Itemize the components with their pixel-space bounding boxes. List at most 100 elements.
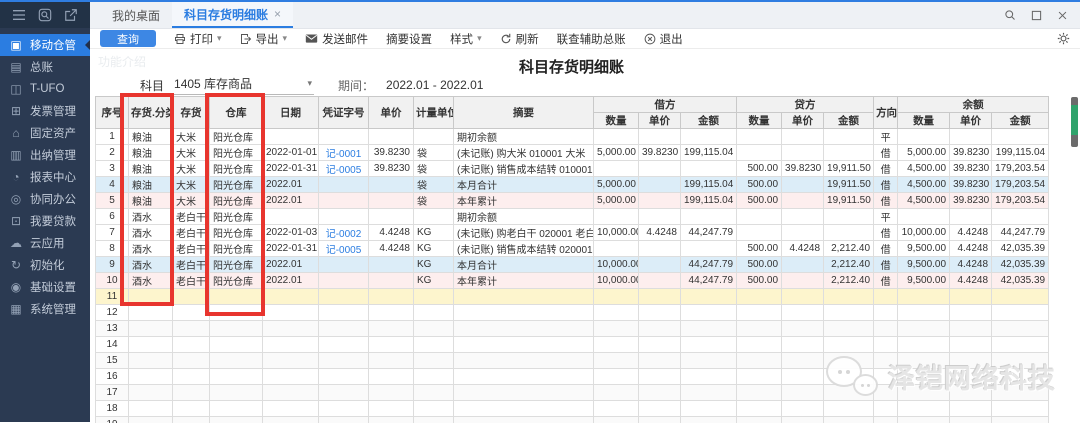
table-row[interactable]: 3粮油大米阳光仓库2022-01-31记-000539.8230袋(未记账) 销… xyxy=(96,161,1049,177)
search-icon[interactable] xyxy=(1004,9,1016,21)
sub-column-header-数量: 数量 xyxy=(898,113,950,129)
voucher-link[interactable]: 记-0001 xyxy=(326,149,362,160)
table-row[interactable]: 13 xyxy=(96,321,1049,337)
voucher-link[interactable]: 记-0002 xyxy=(326,229,362,240)
mail-icon xyxy=(305,33,318,44)
table-row[interactable]: 4粮油大米阳光仓库2022.01袋本月合计5,000.00199,115.045… xyxy=(96,177,1049,193)
table-cell: 39.8230 xyxy=(950,177,992,193)
sidebar-item-系统管理[interactable]: ▦系统管理 xyxy=(0,298,90,320)
table-row[interactable]: 11 xyxy=(96,289,1049,305)
sidebar-item-出纳管理[interactable]: ▥出纳管理 xyxy=(0,144,90,166)
maximize-icon[interactable] xyxy=(1031,10,1042,21)
table-cell xyxy=(898,417,950,423)
table-cell xyxy=(782,225,824,241)
top-accent-bar xyxy=(0,0,1080,2)
table-row[interactable]: 5粮油大米阳光仓库2022.01袋本年累计5,000.00199,115.045… xyxy=(96,193,1049,209)
toolbar-button-导出[interactable]: 导出▾ xyxy=(240,31,288,47)
table-cell: 阳光仓库 xyxy=(210,145,263,161)
sidebar-item-T-UFO[interactable]: ◫T-UFO xyxy=(0,78,90,100)
sidebar-item-发票管理[interactable]: ⊞发票管理 xyxy=(0,100,90,122)
voucher-link[interactable]: 记-0005 xyxy=(326,245,362,256)
table-cell xyxy=(263,305,319,321)
sidebar-item-云应用[interactable]: ☁云应用 xyxy=(0,232,90,254)
voucher-link[interactable]: 记-0005 xyxy=(326,165,362,176)
tab-我的桌面[interactable]: 我的桌面 xyxy=(100,2,172,28)
table-cell xyxy=(210,401,263,417)
table-cell: 2022-01-31 xyxy=(263,241,319,257)
table-cell xyxy=(782,321,824,337)
table-cell xyxy=(414,129,454,145)
tab-科目存货明细账[interactable]: 科目存货明细账× xyxy=(172,2,293,28)
settings-gear-icon[interactable] xyxy=(1057,32,1070,45)
toolbar-button-摘要设置[interactable]: 摘要设置 xyxy=(386,31,432,47)
table-cell: 阳光仓库 xyxy=(210,257,263,273)
table-cell xyxy=(319,177,369,193)
app-search-icon[interactable] xyxy=(38,8,52,22)
close-icon[interactable] xyxy=(1057,10,1068,21)
menu-icon[interactable] xyxy=(12,9,26,21)
table-row[interactable]: 8酒水老白干阳光仓库2022-01-31记-00054.4248KG(未记账) … xyxy=(96,241,1049,257)
table-cell: 5,000.00 xyxy=(898,145,950,161)
table-cell xyxy=(639,241,681,257)
table-cell: 老白干 xyxy=(173,209,210,225)
row-number-cell: 19 xyxy=(96,417,129,423)
toolbar-button-刷新[interactable]: 刷新 xyxy=(500,31,539,47)
sidebar-item-初始化[interactable]: ↻初始化 xyxy=(0,254,90,276)
query-button[interactable]: 查询 xyxy=(100,30,156,47)
table-row[interactable]: 12 xyxy=(96,305,1049,321)
table-cell xyxy=(737,225,782,241)
table-row[interactable]: 15 xyxy=(96,353,1049,369)
table-cell: KG xyxy=(414,225,454,241)
toolbar-button-打印[interactable]: 打印▾ xyxy=(174,31,222,47)
row-number-cell: 14 xyxy=(96,337,129,353)
sidebar-item-我要贷款[interactable]: ⊡我要贷款 xyxy=(0,210,90,232)
table-row[interactable]: 6酒水老白干阳光仓库期初余额平 xyxy=(96,209,1049,225)
table-row[interactable]: 17 xyxy=(96,385,1049,401)
chevron-down-icon: ▾ xyxy=(283,33,288,44)
table-row[interactable]: 9酒水老白干阳光仓库2022.01KG本月合计10,000.0044,247.7… xyxy=(96,257,1049,273)
table-row[interactable]: 2粮油大米阳光仓库2022-01-01记-000139.8230袋(未记账) 购… xyxy=(96,145,1049,161)
table-cell: 老白干 xyxy=(173,241,210,257)
table-cell xyxy=(874,353,898,369)
table-cell xyxy=(369,385,414,401)
table-row[interactable]: 7酒水老白干阳光仓库2022-01-03记-00024.4248KG(未记账) … xyxy=(96,225,1049,241)
table-cell xyxy=(992,289,1049,305)
launch-icon[interactable] xyxy=(64,8,78,22)
sidebar-item-报表中心[interactable]: ◔报表中心 xyxy=(0,166,90,188)
column-header-仓库: 仓库 xyxy=(210,97,263,129)
table-row[interactable]: 1粮油大米阳光仓库期初余额平 xyxy=(96,129,1049,145)
sidebar-item-移动仓管[interactable]: ▣移动仓管 xyxy=(0,34,90,56)
toolbar-button-发送邮件[interactable]: 发送邮件 xyxy=(305,31,368,47)
table-row[interactable]: 18 xyxy=(96,401,1049,417)
sidebar-item-基础设置[interactable]: ◉基础设置 xyxy=(0,276,90,298)
table-cell xyxy=(681,369,737,385)
sidebar-item-总账[interactable]: ▤总账 xyxy=(0,56,90,78)
table-cell xyxy=(414,385,454,401)
table-row[interactable]: 14 xyxy=(96,337,1049,353)
table-row[interactable]: 19 xyxy=(96,417,1049,423)
table-cell: 借 xyxy=(874,273,898,289)
toolbar-button-退出[interactable]: 退出 xyxy=(644,31,683,47)
table-cell xyxy=(639,385,681,401)
row-number-cell: 7 xyxy=(96,225,129,241)
warehouse-icon: ▣ xyxy=(9,38,23,52)
scrollbar-thumb[interactable] xyxy=(1071,97,1078,147)
table-row[interactable]: 10酒水老白干阳光仓库2022.01KG本年累计10,000.0044,247.… xyxy=(96,273,1049,289)
table-cell xyxy=(782,209,824,225)
table-cell: 大米 xyxy=(173,193,210,209)
sidebar-item-固定资产[interactable]: ⌂固定资产 xyxy=(0,122,90,144)
toolbar-button-联查辅助总账[interactable]: 联查辅助总账 xyxy=(557,31,626,47)
column-header-存货.分类: 存货.分类 xyxy=(129,97,173,129)
table-cell xyxy=(594,321,639,337)
table-cell: 39.8230 xyxy=(950,145,992,161)
table-row[interactable]: 16 xyxy=(96,369,1049,385)
sidebar-header xyxy=(0,2,90,28)
table-cell xyxy=(319,289,369,305)
subject-select[interactable]: 1405 库存商品 ▾ xyxy=(172,75,314,95)
table-cell: 大米 xyxy=(173,145,210,161)
table-cell: 借 xyxy=(874,241,898,257)
close-tab-icon[interactable]: × xyxy=(274,7,281,21)
toolbar-button-样式[interactable]: 样式▾ xyxy=(450,31,482,47)
sidebar-item-协同办公[interactable]: ◎协同办公 xyxy=(0,188,90,210)
table-cell xyxy=(737,401,782,417)
